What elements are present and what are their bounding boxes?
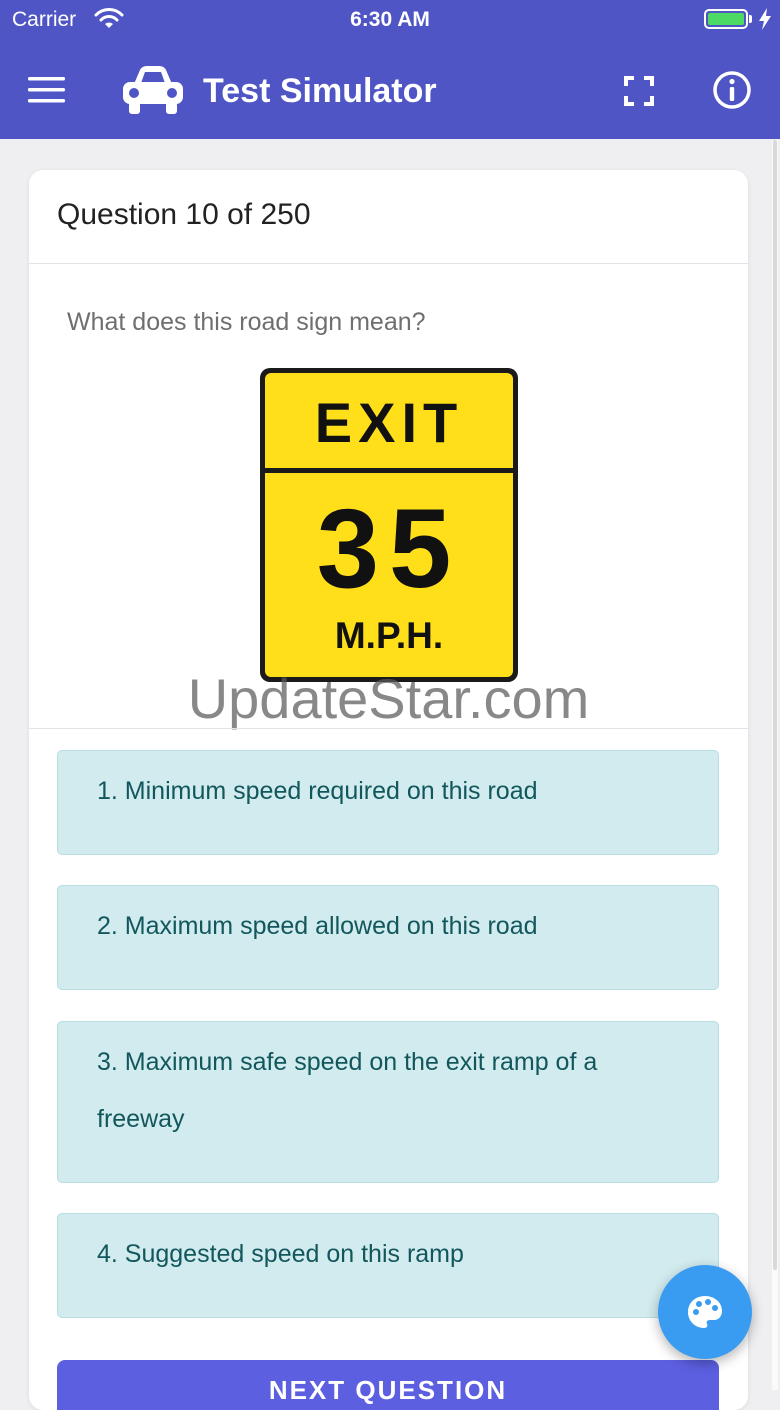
- status-bar: Carrier 6:30 AM: [0, 0, 780, 40]
- battery-icon: [704, 9, 748, 29]
- fullscreen-icon[interactable]: [622, 74, 656, 108]
- question-card: Question 10 of 250 What does this road s…: [29, 170, 748, 1410]
- theme-palette-button[interactable]: [658, 1265, 752, 1359]
- app-header: Carrier 6:30 AM Test Simulator: [0, 0, 780, 139]
- answer-option-2[interactable]: 2. Maximum speed allowed on this road: [57, 885, 719, 990]
- sign-top-text: EXIT: [315, 391, 463, 454]
- question-counter: Question 10 of 250: [57, 198, 311, 231]
- next-question-button[interactable]: NEXT QUESTION: [57, 1360, 719, 1410]
- answer-label: 1. Minimum speed required on this road: [97, 777, 538, 805]
- answer-option-1[interactable]: 1. Minimum speed required on this road: [57, 750, 719, 855]
- sign-unit: M.P.H.: [335, 615, 443, 656]
- info-icon[interactable]: [712, 70, 752, 110]
- app-title: Test Simulator: [203, 72, 437, 110]
- status-time: 6:30 AM: [350, 8, 430, 31]
- toolbar: Test Simulator: [0, 40, 780, 139]
- answer-option-3[interactable]: 3. Maximum safe speed on the exit ramp o…: [57, 1021, 719, 1183]
- hamburger-menu-icon[interactable]: [28, 76, 66, 104]
- sign-number: 35: [317, 486, 462, 611]
- answer-label: 2. Maximum speed allowed on this road: [97, 912, 538, 940]
- card-header: Question 10 of 250: [29, 170, 748, 264]
- palette-icon: [688, 1296, 722, 1328]
- car-icon: [123, 66, 183, 114]
- road-sign-image: EXIT 35 M.P.H.: [260, 368, 518, 682]
- charging-bolt-icon: [759, 8, 771, 30]
- answer-label: 3. Maximum safe speed on the exit ramp o…: [97, 1048, 598, 1133]
- divider: [29, 728, 748, 729]
- watermark: UpdateStar.com: [187, 667, 590, 730]
- answer-option-4[interactable]: 4. Suggested speed on this ramp: [57, 1213, 719, 1318]
- answer-label: 4. Suggested speed on this ramp: [97, 1240, 464, 1268]
- question-text: What does this road sign mean?: [67, 308, 426, 336]
- scrollbar[interactable]: [772, 140, 778, 1390]
